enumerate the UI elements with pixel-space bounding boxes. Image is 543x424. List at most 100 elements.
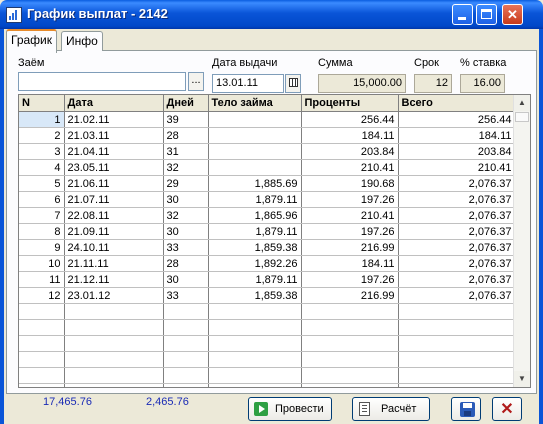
title-bar[interactable]: График выплат - 2142 ✕ [0, 0, 543, 29]
table-cell[interactable]: 190.68 [301, 175, 399, 192]
table-cell[interactable] [208, 159, 302, 176]
sum-field[interactable]: 15,000.00 [318, 74, 406, 93]
table-cell[interactable]: 197.26 [301, 191, 399, 208]
table-cell[interactable]: 216.99 [301, 287, 399, 304]
date-field[interactable]: 13.01.11 [212, 74, 284, 93]
table-cell[interactable]: 210.41 [398, 159, 516, 176]
scroll-up-icon[interactable]: ▲ [514, 95, 530, 111]
table-cell[interactable]: 2,076.37 [398, 207, 516, 224]
table-row[interactable]: 1 21.02.11 39 256.44 256.44 [19, 111, 516, 128]
table-cell[interactable]: 24.10.11 [64, 239, 164, 256]
table-cell[interactable]: 5 [19, 175, 65, 192]
column-header[interactable]: N [19, 95, 65, 112]
calendar-button[interactable] [285, 74, 301, 93]
table-cell[interactable]: 21.12.11 [64, 271, 164, 288]
table-cell[interactable]: 6 [19, 191, 65, 208]
table-cell[interactable]: 21.06.11 [64, 175, 164, 192]
table-cell[interactable]: 1,865.96 [208, 207, 302, 224]
table-cell[interactable]: 21.02.11 [64, 111, 164, 128]
table-cell[interactable]: 1,859.38 [208, 287, 302, 304]
table-cell[interactable]: 33 [163, 287, 209, 304]
table-cell[interactable]: 12 [19, 287, 65, 304]
table-cell[interactable]: 10 [19, 255, 65, 272]
table-cell[interactable]: 21.09.11 [64, 223, 164, 240]
table-cell[interactable]: 21.04.11 [64, 143, 164, 160]
table-cell[interactable]: 21.11.11 [64, 255, 164, 272]
table-cell[interactable]: 9 [19, 239, 65, 256]
table-cell[interactable]: 22.08.11 [64, 207, 164, 224]
table-cell[interactable]: 29 [163, 175, 209, 192]
table-cell[interactable]: 30 [163, 191, 209, 208]
table-cell[interactable]: 4 [19, 159, 65, 176]
table-row[interactable]: 10 21.11.11 28 1,892.26 184.11 2,076.37 [19, 255, 516, 272]
scroll-down-icon[interactable]: ▼ [514, 371, 530, 387]
tab-info[interactable]: Инфо [61, 31, 103, 51]
table-cell[interactable]: 1 [19, 111, 65, 128]
table-cell[interactable]: 184.11 [398, 127, 516, 144]
table-cell[interactable]: 184.11 [301, 127, 399, 144]
table-cell[interactable]: 2,076.37 [398, 223, 516, 240]
table-cell[interactable] [208, 143, 302, 160]
table-cell[interactable]: 2,076.37 [398, 287, 516, 304]
table-cell[interactable]: 1,879.11 [208, 223, 302, 240]
table-cell[interactable]: 28 [163, 127, 209, 144]
table-cell[interactable]: 256.44 [398, 111, 516, 128]
table-cell[interactable] [208, 127, 302, 144]
table-cell[interactable]: 21.03.11 [64, 127, 164, 144]
table-cell[interactable]: 32 [163, 159, 209, 176]
table-cell[interactable]: 8 [19, 223, 65, 240]
table-cell[interactable]: 197.26 [301, 271, 399, 288]
table-cell[interactable]: 31 [163, 143, 209, 160]
table-cell[interactable]: 1,885.69 [208, 175, 302, 192]
table-cell[interactable]: 2,076.37 [398, 175, 516, 192]
table-cell[interactable]: 2,076.37 [398, 271, 516, 288]
table-cell[interactable]: 11 [19, 271, 65, 288]
column-header[interactable]: Дней [163, 95, 209, 112]
table-cell[interactable]: 184.11 [301, 255, 399, 272]
table-cell[interactable]: 1,879.11 [208, 191, 302, 208]
term-field[interactable]: 12 [414, 74, 452, 93]
table-row[interactable]: 12 23.01.12 33 1,859.38 216.99 2,076.37 [19, 287, 516, 304]
table-cell[interactable]: 32 [163, 207, 209, 224]
table-cell[interactable]: 2 [19, 127, 65, 144]
tab-schedule[interactable]: График [6, 29, 57, 53]
table-row[interactable]: 2 21.03.11 28 184.11 184.11 [19, 127, 516, 144]
table-cell[interactable]: 7 [19, 207, 65, 224]
table-row[interactable]: 8 21.09.11 30 1,879.11 197.26 2,076.37 [19, 223, 516, 240]
rate-field[interactable]: 16.00 [460, 74, 505, 93]
table-row[interactable]: 4 23.05.11 32 210.41 210.41 [19, 159, 516, 176]
table-cell[interactable]: 203.84 [301, 143, 399, 160]
table-row[interactable]: 5 21.06.11 29 1,885.69 190.68 2,076.37 [19, 175, 516, 192]
table-cell[interactable]: 30 [163, 223, 209, 240]
table-cell[interactable]: 256.44 [301, 111, 399, 128]
column-header[interactable]: Дата [64, 95, 164, 112]
post-button[interactable]: Провести [248, 397, 332, 421]
table-cell[interactable]: 210.41 [301, 159, 399, 176]
table-cell[interactable]: 1,892.26 [208, 255, 302, 272]
close-window-button[interactable]: ✕ [502, 4, 523, 25]
table-cell[interactable]: 28 [163, 255, 209, 272]
table-cell[interactable]: 2,076.37 [398, 191, 516, 208]
table-cell[interactable]: 216.99 [301, 239, 399, 256]
vertical-scrollbar[interactable]: ▲ ▼ [513, 95, 530, 387]
table-row[interactable]: 7 22.08.11 32 1,865.96 210.41 2,076.37 [19, 207, 516, 224]
table-cell[interactable]: 30 [163, 271, 209, 288]
calculate-button[interactable]: Расчёт [352, 397, 430, 421]
loan-field[interactable] [18, 72, 186, 91]
table-row[interactable]: 6 21.07.11 30 1,879.11 197.26 2,076.37 [19, 191, 516, 208]
table-row[interactable]: 11 21.12.11 30 1,879.11 197.26 2,076.37 [19, 271, 516, 288]
table-row[interactable]: 3 21.04.11 31 203.84 203.84 [19, 143, 516, 160]
table-cell[interactable]: 23.05.11 [64, 159, 164, 176]
save-button[interactable] [451, 397, 481, 421]
loan-browse-button[interactable]: ... [188, 72, 204, 91]
table-cell[interactable]: 21.07.11 [64, 191, 164, 208]
column-header[interactable]: Тело займа [208, 95, 302, 112]
cancel-button[interactable]: ✕ [492, 397, 522, 421]
table-cell[interactable]: 1,879.11 [208, 271, 302, 288]
scroll-thumb[interactable] [515, 112, 529, 122]
table-cell[interactable] [208, 111, 302, 128]
table-cell[interactable]: 197.26 [301, 223, 399, 240]
table-cell[interactable]: 23.01.12 [64, 287, 164, 304]
table-cell[interactable]: 33 [163, 239, 209, 256]
column-header[interactable]: Всего [398, 95, 516, 112]
